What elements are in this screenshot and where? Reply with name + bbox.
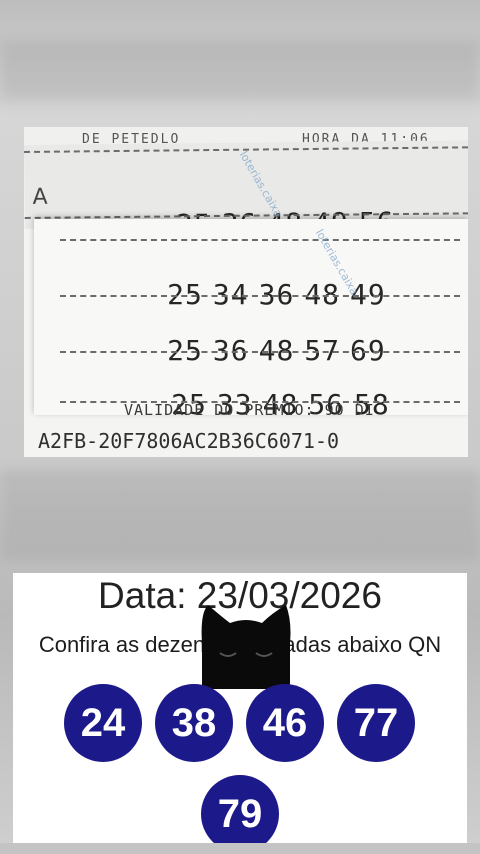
lottery-ticket-photo: DE PETEDLO HORA DA 11:06 A 2536484956 lo…: [24, 127, 468, 457]
dashed-divider: [60, 239, 460, 241]
ticket-code: A2FB-20F7806AC2B36C6071-0: [38, 429, 340, 453]
bottom-background-strip: [0, 843, 480, 854]
black-cat-icon: [201, 605, 291, 689]
drawn-number-ball: 77: [337, 684, 415, 762]
validity-text: VALIDADE DO PREMIO: 90 DI: [124, 401, 375, 419]
drawn-number-ball: 79: [201, 775, 279, 853]
background-blur-top: [0, 40, 480, 100]
dashed-divider: [60, 295, 460, 297]
drawn-number-ball: 24: [64, 684, 142, 762]
dashed-divider: [60, 351, 460, 353]
result-card: Data: 23/03/2026 Confira as dezenas sort…: [13, 573, 467, 853]
drawn-number-ball: 46: [246, 684, 324, 762]
ticket-lower-sheet: 25 34 36 48 49 25 36 48 57 69 25 33 48 56 58: [34, 219, 468, 421]
drawn-number-ball: 38: [155, 684, 233, 762]
background-blur-middle: [0, 470, 480, 560]
row-marker: A: [32, 184, 48, 210]
